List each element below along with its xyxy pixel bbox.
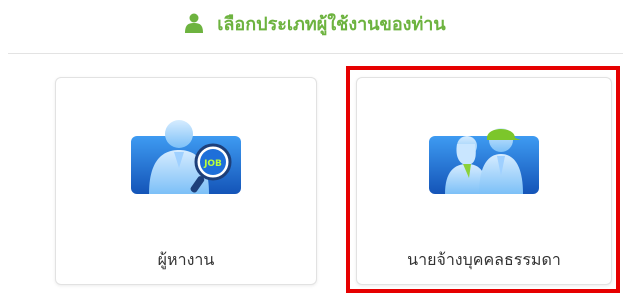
employer-label: นายจ้างบุคคลธรรมดา: [407, 250, 561, 269]
user-type-page: เลือกประเภทผู้ใช้งานของท่าน JOB ผู้หางาน…: [0, 0, 631, 300]
job-seeker-icon: JOB: [131, 120, 241, 194]
user-icon: [185, 13, 204, 33]
user-type-header: เลือกประเภทผู้ใช้งานของท่าน: [0, 6, 631, 40]
job-seeker-card[interactable]: JOB ผู้หางาน: [55, 77, 317, 285]
header-divider: [8, 53, 623, 54]
job-seeker-label: ผู้หางาน: [157, 250, 215, 269]
job-badge-text: JOB: [203, 159, 222, 169]
employer-icon: [429, 128, 539, 194]
employer-card[interactable]: นายจ้างบุคคลธรรมดา: [356, 77, 612, 285]
page-title: เลือกประเภทผู้ใช้งานของท่าน: [217, 13, 446, 35]
